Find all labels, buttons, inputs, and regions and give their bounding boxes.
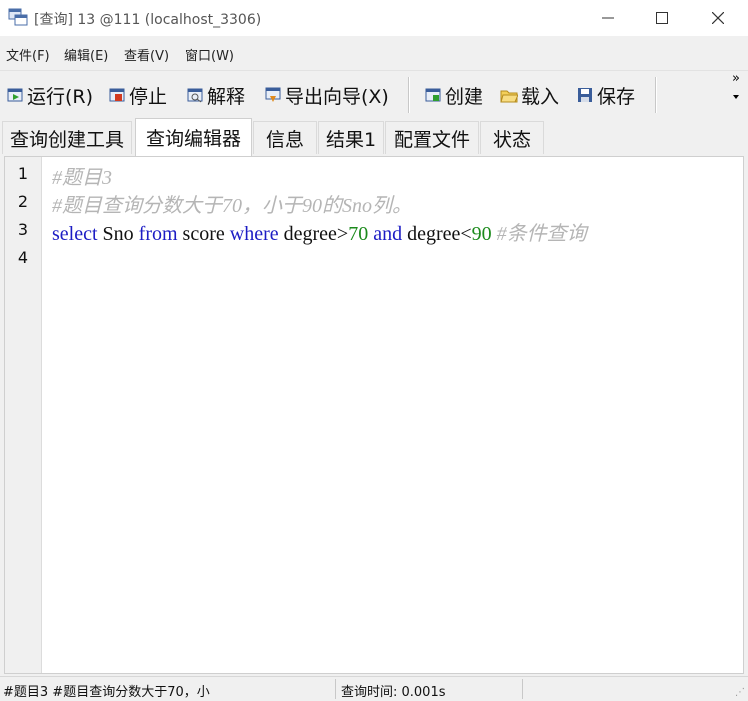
line-number: 2 (17, 192, 29, 211)
export-icon (265, 87, 281, 102)
line-number-gutter: 1 2 3 4 (5, 157, 42, 673)
chevron-double-right-icon: » (732, 71, 740, 86)
explain-button[interactable]: 解释 (186, 82, 245, 108)
sql-editor[interactable]: 1 2 3 4 #题目3 #题目查询分数大于70，小于90的Sno列。 sele… (4, 156, 744, 674)
status-bar: #题目3 #题目查询分数大于70，小 查询时间: 0.001s ⋰ (0, 676, 748, 701)
stop-button[interactable]: 停止 (108, 82, 167, 108)
tab-bar: 查询创建工具 查询编辑器 信息 结果1 配置文件 状态 (0, 118, 748, 156)
code-line-1: #题目3 (52, 167, 112, 189)
sql-keyword: where (229, 223, 279, 245)
menu-file[interactable]: 文件(F) (6, 45, 50, 64)
save-button[interactable]: 保存 (576, 82, 635, 108)
maximize-icon (656, 12, 668, 24)
stop-icon (109, 88, 125, 102)
run-label: 运行(R) (27, 85, 94, 108)
toolbar-overflow-button[interactable]: » (732, 71, 740, 103)
menu-edit[interactable]: 编辑(E) (64, 45, 108, 64)
create-label: 创建 (445, 85, 484, 108)
toolbar: 运行(R) 停止 解释 导出向导(X) 创建 载入 保存 » (0, 70, 748, 119)
close-icon (712, 12, 724, 24)
query-window-icon (8, 8, 28, 26)
run-button[interactable]: 运行(R) (6, 82, 93, 108)
tab-query-editor[interactable]: 查询编辑器 (135, 118, 252, 156)
toolbar-separator (655, 77, 657, 113)
tab-result1[interactable]: 结果1 (318, 121, 384, 154)
toolbar-separator (408, 77, 410, 113)
sql-keyword: from (138, 223, 178, 245)
load-label: 载入 (521, 85, 560, 108)
status-divider (522, 679, 523, 699)
export-wizard-button[interactable]: 导出向导(X) (264, 82, 389, 108)
code-line-3: select Sno from score where degree>70 an… (52, 217, 587, 246)
folder-open-icon (500, 90, 518, 103)
maximize-button[interactable] (634, 0, 690, 36)
create-icon (425, 88, 441, 102)
tab-query-builder[interactable]: 查询创建工具 (2, 121, 132, 154)
tab-info[interactable]: 信息 (253, 121, 317, 154)
explain-label: 解释 (207, 85, 246, 108)
sql-number: 70 (348, 223, 369, 245)
sql-keyword: and (373, 223, 403, 245)
export-label: 导出向导(X) (285, 85, 389, 108)
minimize-icon (602, 17, 614, 19)
sql-number: 90 (471, 223, 492, 245)
save-disk-icon (578, 88, 592, 102)
run-icon (7, 88, 23, 102)
dropdown-arrow-icon (733, 95, 739, 99)
sql-identifier: degree< (402, 223, 472, 245)
window-title: [查询] 13 @111 (localhost_3306) (34, 12, 262, 28)
status-sql-preview: #题目3 #题目查询分数大于70，小 (3, 685, 210, 700)
line-number: 4 (17, 248, 29, 267)
tab-profile[interactable]: 配置文件 (385, 121, 479, 154)
menu-window[interactable]: 窗口(W) (185, 45, 234, 64)
title-bar: [查询] 13 @111 (localhost_3306) (0, 0, 748, 36)
status-divider (335, 679, 336, 699)
tab-status[interactable]: 状态 (480, 121, 544, 154)
load-button[interactable]: 载入 (500, 82, 559, 108)
sql-identifier: Sno (97, 223, 139, 245)
line-number: 3 (17, 220, 29, 239)
close-button[interactable] (690, 0, 746, 36)
explain-icon (187, 88, 203, 103)
stop-label: 停止 (129, 85, 168, 108)
sql-identifier: score (177, 223, 230, 245)
create-button[interactable]: 创建 (424, 82, 483, 108)
save-label: 保存 (597, 85, 636, 108)
status-query-time: 查询时间: 0.001s (341, 685, 446, 700)
resize-grip-icon[interactable]: ⋰ (735, 687, 745, 698)
menu-bar: 文件(F) 编辑(E) 查看(V) 窗口(W) (0, 36, 748, 70)
menu-view[interactable]: 查看(V) (124, 45, 169, 64)
code-line-2: #题目查询分数大于70，小于90的Sno列。 (52, 195, 412, 217)
sql-keyword: select (52, 223, 98, 245)
line-number: 1 (17, 164, 29, 183)
minimize-button[interactable] (580, 0, 636, 36)
sql-comment: #条件查询 (496, 223, 587, 245)
sql-identifier: degree> (278, 223, 349, 245)
